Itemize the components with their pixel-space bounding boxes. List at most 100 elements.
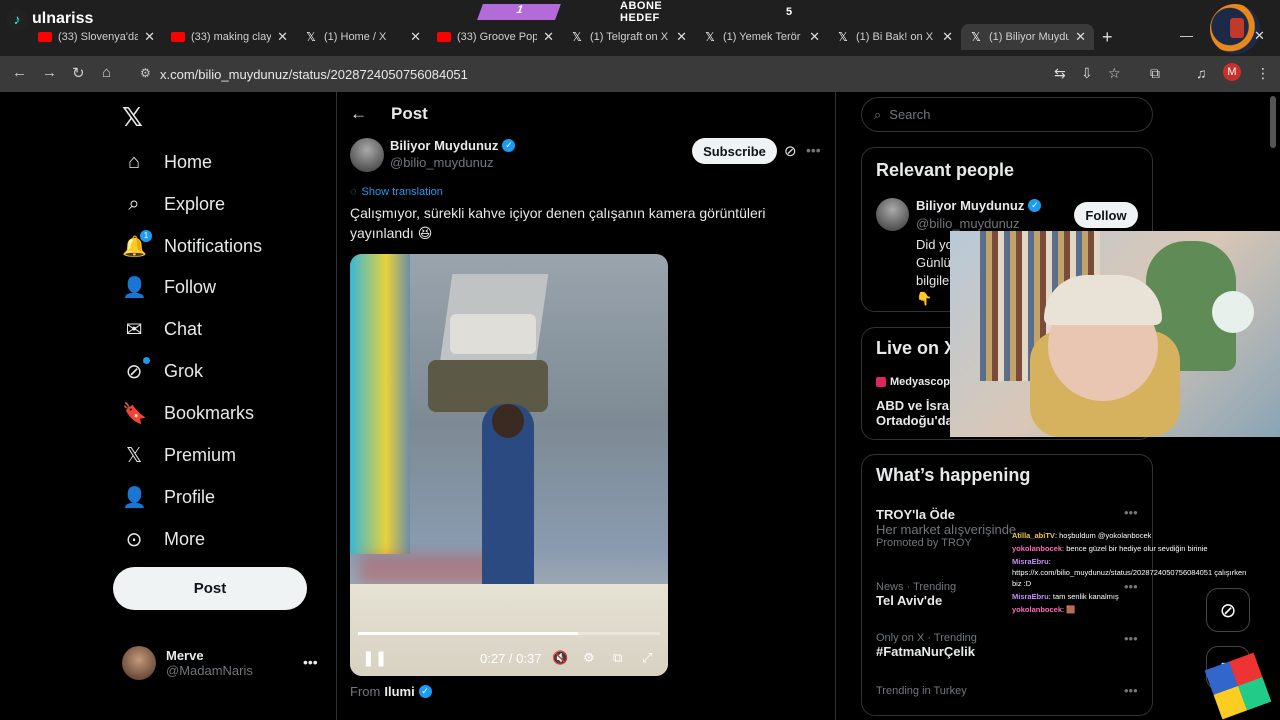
tab-close-icon[interactable]: ✕ [144, 29, 155, 45]
chat-text: 🟫 [1066, 605, 1076, 614]
tab-title: (1) Yemek Terör [723, 31, 801, 43]
author-avatar[interactable] [350, 138, 384, 172]
browser-tab[interactable]: 𝕏 (1) Biliyor Muydu ✕ [961, 24, 1094, 50]
video-time: 0:27 / 0:37 [480, 650, 542, 666]
tab-title: (1) Telgraft on X [590, 31, 669, 43]
fullscreen-icon[interactable]: ⤢ [642, 650, 652, 666]
profile-avatar[interactable]: M [1223, 63, 1241, 81]
post-button[interactable]: Post [113, 567, 307, 610]
trend-more-icon[interactable]: ••• [1124, 505, 1138, 520]
envelope-icon: ✉ [125, 318, 143, 341]
tab-close-icon[interactable]: ✕ [809, 29, 820, 45]
browser-tab[interactable]: 𝕏 (1) Bi Bak! on X ✕ [828, 24, 961, 50]
sidebar-item-chat[interactable]: ✉ Chat [122, 311, 202, 347]
author-handle: @bilio_muydunuz [390, 155, 494, 170]
rp-name[interactable]: Biliyor Muydunuz [916, 198, 1024, 213]
follow-button[interactable]: Follow [1074, 202, 1138, 228]
trend-meta: Trending in Turkey [876, 685, 967, 697]
mute-icon[interactable]: 🔇 [552, 650, 568, 666]
sidebar-item-notifications[interactable]: 🔔 1 Notifications [122, 228, 262, 264]
sidebar-item-explore[interactable]: ⌕ Explore [122, 186, 225, 222]
tab-close-icon[interactable]: ✕ [410, 29, 421, 45]
x-logo-icon[interactable]: 𝕏 [122, 102, 143, 133]
translate-icon[interactable]: ⇆ [1054, 65, 1066, 82]
trend-more-icon[interactable]: ••• [1124, 683, 1138, 698]
trend-meta: Only on X · Trending [876, 632, 977, 644]
subscribe-button[interactable]: Subscribe [692, 138, 777, 164]
sidebar-item-home[interactable]: ⌂ Home [122, 144, 212, 180]
forward-icon[interactable]: → [42, 64, 57, 81]
reload-icon[interactable]: ↻ [72, 64, 85, 82]
post-more-icon[interactable]: ••• [806, 142, 821, 158]
account-switcher[interactable]: Merve @MadamNaris [122, 646, 253, 680]
browser-tab[interactable]: 𝕏 (1) Home / X ✕ [296, 24, 429, 50]
media-icon[interactable]: ♫ [1196, 65, 1207, 81]
back-arrow-icon[interactable]: ← [350, 104, 367, 124]
star-icon[interactable]: ☆ [1108, 65, 1121, 82]
pip-icon[interactable]: ⧉ [613, 650, 622, 666]
user-handle: @MadamNaris [166, 663, 253, 678]
show-translation-link[interactable]: ◌ Show translation [350, 186, 443, 198]
sidebar-item-label: Home [164, 151, 213, 172]
sidebar-item-profile[interactable]: 👤 Profile [122, 479, 215, 515]
live-text[interactable]: ABD ve İsrail Ortadoğu'da [876, 398, 956, 428]
url-field[interactable]: ⚙ x.com/bilio_muydunuz/status/2028724050… [132, 61, 1142, 87]
sidebar-item-label: Profile [164, 486, 216, 507]
grok-float-button[interactable]: ⊘ [1206, 588, 1250, 632]
trend-promo: Promoted by TROY [876, 537, 972, 549]
sidebar-item-follow[interactable]: 👤 Follow [122, 269, 216, 305]
sidebar-item-bookmarks[interactable]: 🔖 Bookmarks [122, 395, 254, 431]
live-text-1: ABD ve İsrail [876, 398, 957, 413]
minimize-icon[interactable]: — [1180, 28, 1193, 43]
new-tab-button[interactable]: + [1102, 27, 1113, 48]
video-controls: ❚❚ 0:27 / 0:37 🔇 ⚙ ⧉ ⤢ [350, 646, 668, 670]
settings-icon[interactable]: ⚙ [583, 650, 595, 666]
sidebar-item-more[interactable]: ⊙ More [122, 521, 205, 557]
site-info-icon[interactable]: ⚙ [140, 66, 151, 80]
browser-tab[interactable]: 𝕏 (1) Telgraft on X ✕ [562, 24, 695, 50]
trend-item[interactable]: TROY'la Öde Her market alışverişinde... … [876, 507, 1027, 549]
tab-close-icon[interactable]: ✕ [1075, 29, 1086, 45]
browser-tab[interactable]: (33) making clay ✕ [163, 24, 296, 50]
extensions-icon[interactable]: ⧉ [1150, 65, 1160, 82]
scrollbar[interactable] [1270, 96, 1276, 148]
back-icon[interactable]: ← [12, 64, 27, 81]
grok-icon[interactable]: ⊘ [784, 142, 797, 160]
pause-icon[interactable]: ❚❚ [362, 649, 387, 667]
trend-item[interactable]: Only on X · Trending #FatmaNurÇelik [876, 632, 977, 659]
sidebar-item-grok[interactable]: ⊘ Grok [122, 353, 203, 389]
sidebar-item-premium[interactable]: 𝕏 Premium [122, 437, 236, 473]
post-author[interactable]: Biliyor Muydunuz ✓ @bilio_muydunuz [350, 138, 516, 172]
more-circle-icon: ⊙ [125, 528, 143, 551]
from-source[interactable]: Ilumi [384, 684, 414, 699]
tab-close-icon[interactable]: ✕ [543, 29, 554, 45]
from-label: From [350, 684, 381, 699]
home-browser-icon[interactable]: ⌂ [102, 64, 111, 81]
sidebar-item-label: Notifications [164, 235, 263, 256]
relevant-title: Relevant people [876, 160, 1015, 180]
trend-item[interactable]: News · Trending Tel Aviv'de [876, 581, 956, 608]
browser-tab[interactable]: 𝕏 (1) Yemek Terör ✕ [695, 24, 828, 50]
trend-more-icon[interactable]: ••• [1124, 631, 1138, 646]
webcam-cap [1044, 275, 1162, 325]
close-window-icon[interactable]: ✕ [1254, 28, 1265, 44]
rp-avatar[interactable] [876, 198, 909, 231]
account-more-icon[interactable]: ••• [303, 654, 318, 670]
chat-user: yokolanbocek [1012, 544, 1063, 553]
menu-icon[interactable]: ⋮ [1256, 65, 1270, 82]
browser-tab[interactable]: (33) Slovenya'da ✕ [30, 24, 163, 50]
home-icon: ⌂ [127, 150, 141, 173]
video-wall [350, 254, 410, 554]
search-box[interactable]: ⌕ Search [861, 97, 1153, 132]
video-progress-bar[interactable] [358, 632, 660, 635]
trend-item[interactable]: Trending in Turkey [876, 685, 967, 697]
tab-close-icon[interactable]: ✕ [942, 29, 953, 45]
x-tab-icon: 𝕏 [838, 30, 848, 44]
tab-close-icon[interactable]: ✕ [676, 29, 687, 45]
tab-close-icon[interactable]: ✕ [277, 29, 288, 45]
install-icon[interactable]: ⇩ [1081, 65, 1093, 82]
browser-tab[interactable]: (33) Groove Pop ✕ [429, 24, 562, 50]
live-source[interactable]: Medyascop [876, 376, 950, 388]
post-video[interactable]: ❚❚ 0:27 / 0:37 🔇 ⚙ ⧉ ⤢ [350, 254, 668, 676]
author-name[interactable]: Biliyor Muydunuz [390, 138, 498, 153]
